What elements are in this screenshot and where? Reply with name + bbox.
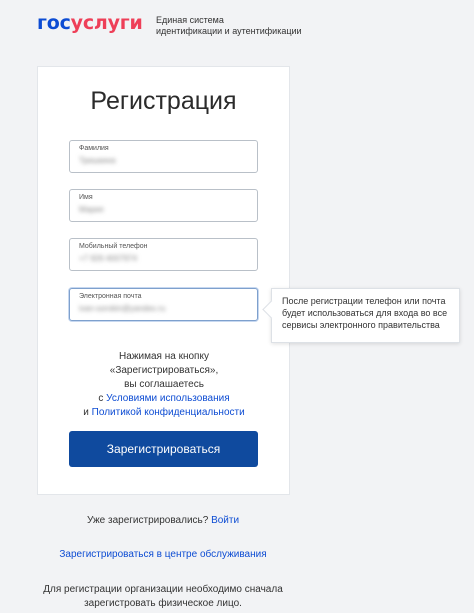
privacy-prefix: и: [83, 407, 92, 418]
already-registered: Уже зарегистрировались? Войти: [0, 515, 326, 526]
registration-card: Регистрация Фамилия Тришкина Имя Мария М…: [37, 66, 290, 495]
privacy-link[interactable]: Политикой конфиденциальности: [92, 407, 245, 418]
surname-field[interactable]: Фамилия Тришкина: [69, 140, 258, 173]
terms-link[interactable]: Условиями использования: [106, 393, 229, 404]
name-value: Мария: [79, 205, 104, 214]
service-center-link[interactable]: Зарегистрироваться в центре обслуживания: [59, 549, 266, 560]
agreement-line-2: «Зарегистрироваться»,: [109, 365, 219, 376]
already-text: Уже зарегистрировались?: [86, 515, 212, 526]
page-title: Регистрация: [90, 87, 237, 115]
name-label: Имя: [79, 194, 93, 201]
tagline-line-2: идентификации и аутентификации: [156, 26, 302, 36]
gosuslugi-logo[interactable]: госуслуги: [37, 12, 143, 34]
service-center-row: Зарегистрироваться в центре обслуживания: [0, 549, 326, 560]
login-link[interactable]: Войти: [211, 515, 239, 526]
tooltip-line-3: сервисы электронного правительства: [282, 320, 440, 330]
email-label: Электронная почта: [79, 293, 142, 300]
phone-value: +7 926 4007974: [79, 254, 138, 263]
org-note-line-1: Для регистрации организации необходимо с…: [43, 584, 283, 595]
agreement-line-1: Нажимая на кнопку: [119, 351, 209, 362]
tooltip-line-2: будет использоваться для входа во все: [282, 308, 448, 318]
surname-label: Фамилия: [79, 145, 109, 152]
name-field[interactable]: Имя Мария: [69, 189, 258, 222]
email-hint-tooltip: После регистрации телефон или почта буде…: [271, 288, 460, 343]
email-field[interactable]: Электронная почта ivan-sorokin@yandex.ru: [69, 288, 258, 321]
phone-field[interactable]: Мобильный телефон +7 926 4007974: [69, 238, 258, 271]
logo-part-uslugi: услуги: [70, 12, 143, 34]
agreement-line-4: с Условиями использования: [48, 392, 280, 406]
logo-tagline: Единая система идентификации и аутентифи…: [156, 15, 316, 37]
org-note-line-2: зарегистровать физическое лицо.: [84, 598, 242, 609]
surname-value: Тришкина: [79, 156, 116, 165]
logo-part-gos: гос: [37, 12, 71, 34]
phone-label: Мобильный телефон: [79, 243, 148, 250]
terms-prefix: с: [98, 393, 107, 404]
agreement-line-3: вы соглашаетесь: [124, 379, 204, 390]
email-value: ivan-sorokin@yandex.ru: [79, 304, 166, 313]
agreement-text: Нажимая на кнопку «Зарегистрироваться», …: [48, 350, 280, 420]
tooltip-line-1: После регистрации телефон или почта: [282, 296, 446, 306]
tagline-line-1: Единая система: [156, 15, 224, 25]
register-button[interactable]: Зарегистрироваться: [69, 431, 258, 467]
organization-note: Для регистрации организации необходимо с…: [0, 583, 326, 611]
agreement-line-5: и Политикой конфиденциальности: [48, 406, 280, 420]
